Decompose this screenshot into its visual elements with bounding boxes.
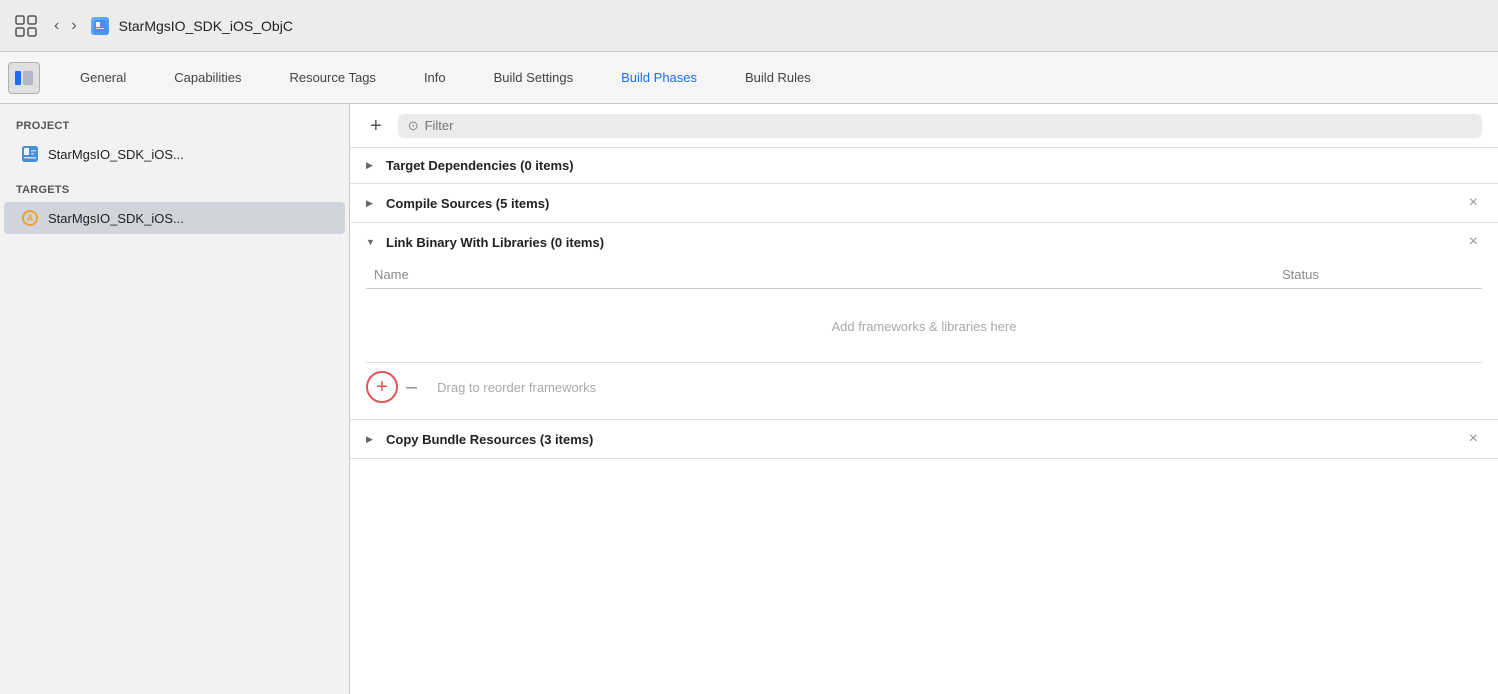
tab-list: General Capabilities Resource Tags Info … — [56, 52, 1498, 104]
phase-compile-sources-title: Compile Sources (5 items) — [386, 196, 1465, 211]
remove-library-button-icon: – — [406, 376, 417, 399]
col-name-header: Name — [366, 267, 1282, 282]
target-item-label: StarMgsIO_SDK_iOS... — [48, 211, 184, 226]
project-icon — [20, 144, 40, 164]
phase-link-binary-title: Link Binary With Libraries (0 items) — [386, 235, 1465, 250]
tab-build-settings[interactable]: Build Settings — [470, 52, 598, 104]
copy-bundle-close-button[interactable]: × — [1465, 430, 1482, 448]
project-file-icon — [91, 17, 109, 35]
filter-icon: ⊙ — [408, 118, 419, 134]
compile-sources-close-button[interactable]: × — [1465, 194, 1482, 212]
phase-target-dependencies: ▶ Target Dependencies (0 items) — [350, 148, 1498, 184]
main-layout: PROJECT StarMgsIO_SDK_iOS... TARGETS A S… — [0, 104, 1498, 694]
sidebar-item-target[interactable]: A StarMgsIO_SDK_iOS... — [4, 202, 345, 234]
chevron-right-icon-copy: ▶ — [366, 434, 378, 445]
phase-link-binary-body: Name Status Add frameworks & libraries h… — [350, 261, 1498, 419]
drag-hint-label: Drag to reorder frameworks — [437, 380, 596, 395]
project-item-label: StarMgsIO_SDK_iOS... — [48, 147, 184, 162]
targets-section-header: TARGETS — [0, 180, 349, 202]
phase-target-dependencies-title: Target Dependencies (0 items) — [386, 158, 1482, 173]
link-binary-close-button[interactable]: × — [1465, 233, 1482, 251]
sidebar: PROJECT StarMgsIO_SDK_iOS... TARGETS A S… — [0, 104, 350, 694]
col-status-header: Status — [1282, 267, 1482, 282]
tab-general[interactable]: General — [56, 52, 150, 104]
tabbar: General Capabilities Resource Tags Info … — [0, 52, 1498, 104]
project-section-header: PROJECT — [0, 116, 349, 138]
empty-message: Add frameworks & libraries here — [366, 289, 1482, 354]
phase-target-dependencies-header[interactable]: ▶ Target Dependencies (0 items) — [350, 148, 1498, 183]
phase-compile-sources: ▶ Compile Sources (5 items) × — [350, 184, 1498, 223]
target-icon: A — [20, 208, 40, 228]
tab-resource-tags[interactable]: Resource Tags — [265, 52, 399, 104]
tab-capabilities[interactable]: Capabilities — [150, 52, 265, 104]
titlebar: ‹ › StarMgsIO_SDK_iOS_ObjC — [0, 0, 1498, 52]
filter-input[interactable] — [425, 118, 1472, 133]
add-library-button[interactable]: + — [366, 371, 398, 403]
tab-build-phases[interactable]: Build Phases — [597, 52, 721, 104]
add-phase-button[interactable]: + — [366, 116, 386, 136]
sidebar-item-project[interactable]: StarMgsIO_SDK_iOS... — [4, 138, 345, 170]
content-toolbar: + ⊙ — [350, 104, 1498, 148]
phase-copy-bundle: ▶ Copy Bundle Resources (3 items) × — [350, 420, 1498, 459]
tab-build-rules[interactable]: Build Rules — [721, 52, 835, 104]
content-area: + ⊙ ▶ Target Dependencies (0 items) ▶ Co… — [350, 104, 1498, 694]
phase-compile-sources-header[interactable]: ▶ Compile Sources (5 items) × — [350, 184, 1498, 222]
window-title: StarMgsIO_SDK_iOS_ObjC — [119, 18, 293, 34]
filter-input-wrapper: ⊙ — [398, 114, 1482, 138]
phase-link-binary: ▼ Link Binary With Libraries (0 items) ×… — [350, 223, 1498, 420]
phase-copy-bundle-header[interactable]: ▶ Copy Bundle Resources (3 items) × — [350, 420, 1498, 458]
chevron-down-icon: ▼ — [366, 237, 378, 247]
phase-link-binary-header[interactable]: ▼ Link Binary With Libraries (0 items) × — [350, 223, 1498, 261]
chevron-right-icon: ▶ — [366, 160, 378, 171]
chevron-right-icon-compile: ▶ — [366, 198, 378, 209]
phase-copy-bundle-title: Copy Bundle Resources (3 items) — [386, 432, 1465, 447]
sidebar-toggle-button[interactable] — [8, 62, 40, 94]
table-header: Name Status — [366, 261, 1482, 289]
grid-icon — [12, 12, 40, 40]
back-button[interactable]: ‹ — [50, 15, 63, 37]
add-library-row: + – Drag to reorder frameworks — [366, 362, 1482, 403]
target-inner-icon: A — [22, 210, 38, 226]
forward-button[interactable]: › — [67, 15, 80, 37]
nav-buttons: ‹ › — [50, 15, 81, 37]
tab-info[interactable]: Info — [400, 52, 470, 104]
